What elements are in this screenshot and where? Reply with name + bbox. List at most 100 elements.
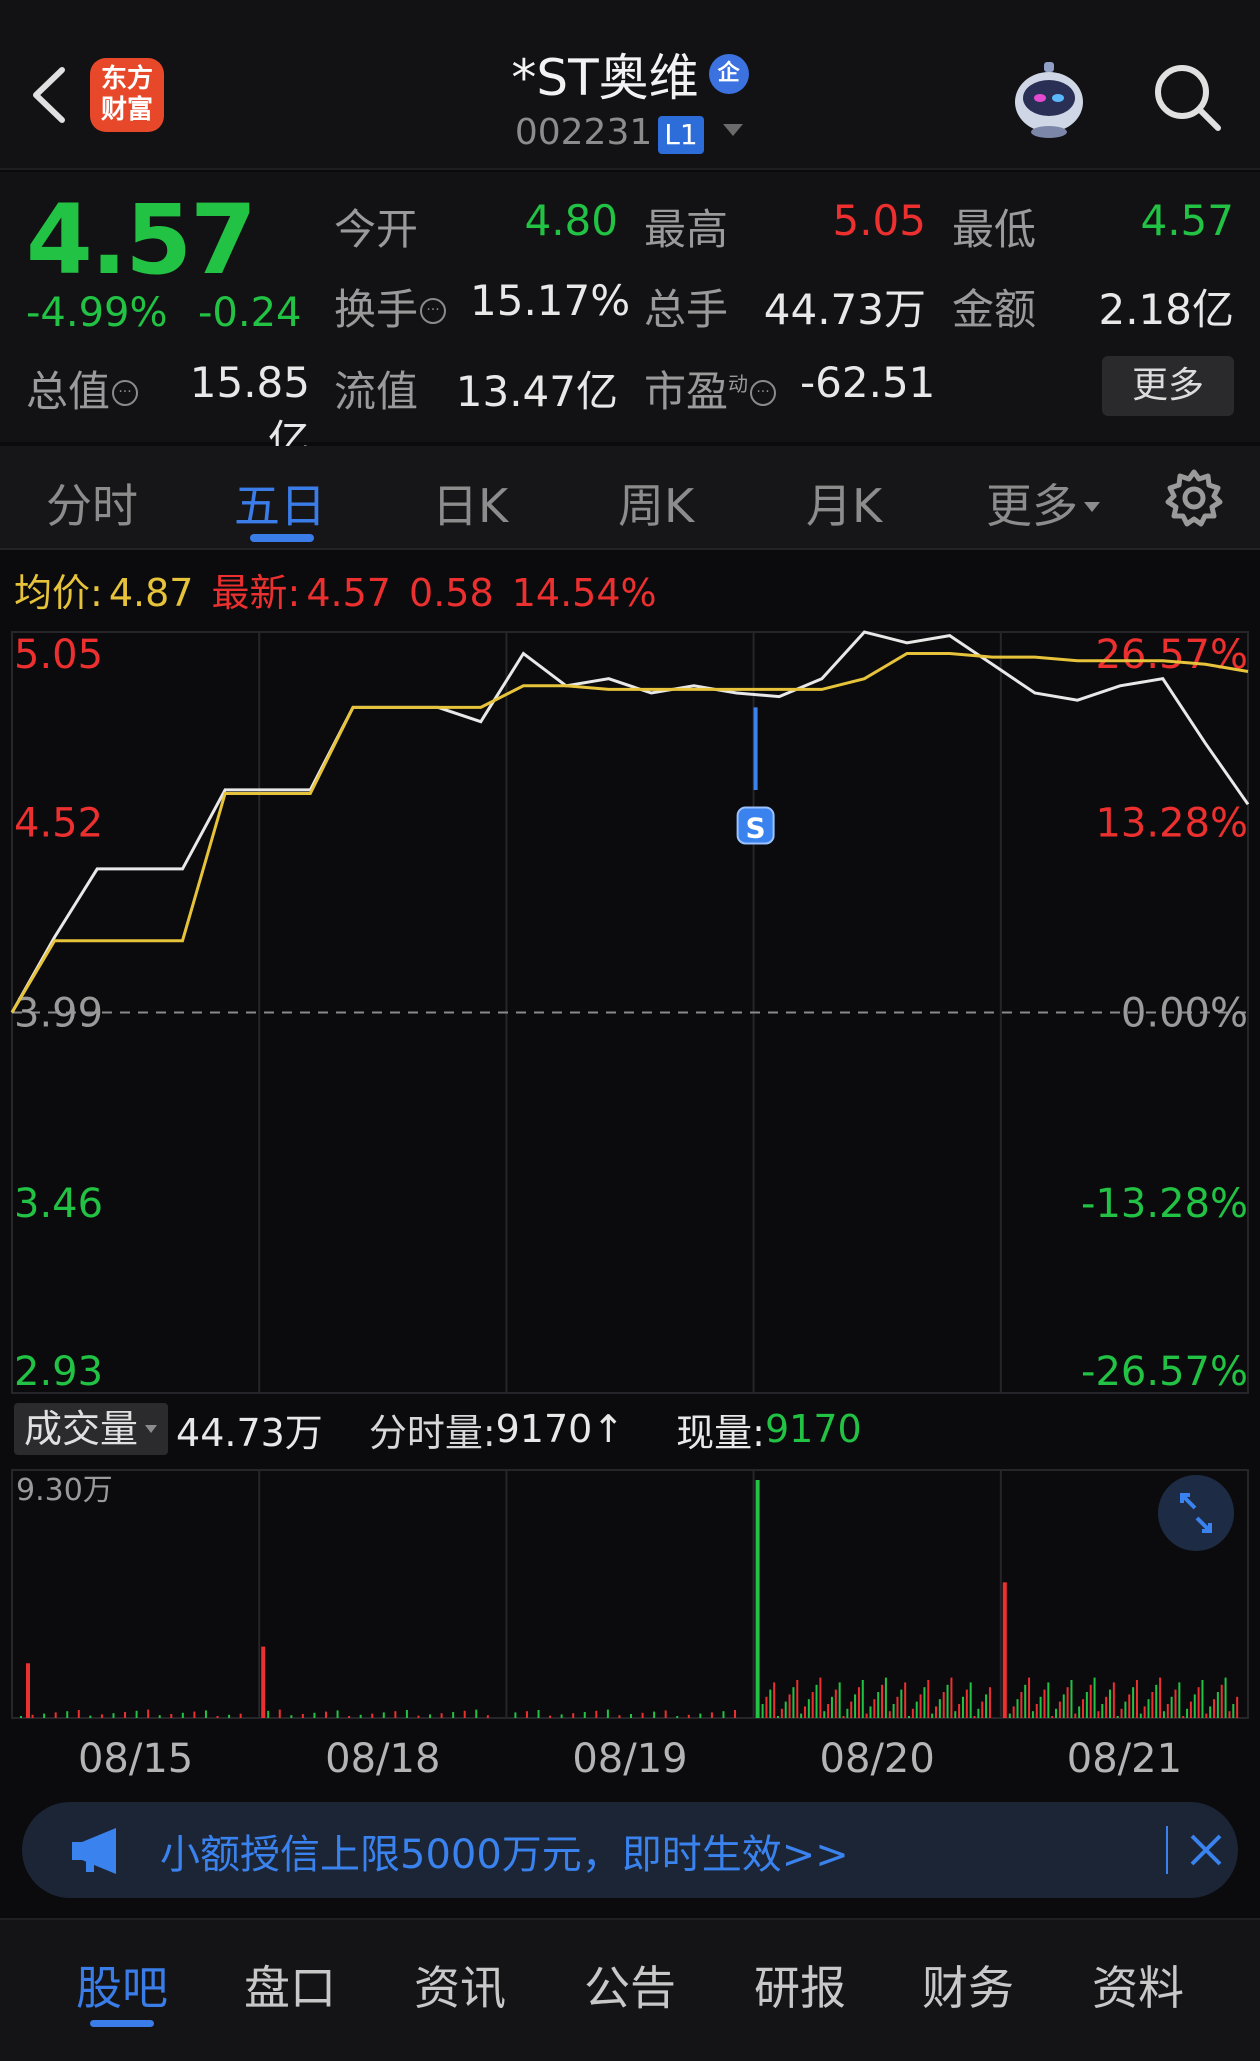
- volume-bar: [560, 1714, 563, 1718]
- volume-bar: [1035, 1704, 1038, 1718]
- volume-bar: [973, 1716, 976, 1718]
- volume-total: 44.73万: [176, 1410, 323, 1455]
- volume-bar: [1147, 1699, 1150, 1718]
- current-price: 4.57: [26, 184, 257, 296]
- volume-bar: [325, 1711, 327, 1718]
- volume-bar: [919, 1694, 922, 1718]
- volume-bar: [618, 1715, 621, 1718]
- volume-bar: [1074, 1713, 1077, 1718]
- volume-bar: [216, 1716, 219, 1718]
- current-volume-label: 现量:: [676, 1410, 765, 1455]
- y-axis-label-right: 26.57%: [1095, 632, 1248, 678]
- megaphone-icon: [72, 1828, 116, 1874]
- nav-finance[interactable]: 财务: [922, 1952, 1014, 2018]
- header: 东方财富 *ST奥维 企 002231 L1: [0, 0, 1260, 170]
- close-icon[interactable]: [1182, 1826, 1230, 1874]
- volume-bar: [1020, 1692, 1023, 1718]
- tab-more[interactable]: 更多: [986, 470, 1102, 536]
- volume-bar: [1139, 1713, 1142, 1718]
- volume-bar: [135, 1710, 138, 1718]
- nav-guba[interactable]: 股吧: [76, 1952, 168, 2018]
- volume-bar: [1170, 1696, 1173, 1718]
- info-icon[interactable]: ···: [750, 380, 777, 406]
- volume-bar: [788, 1694, 791, 1718]
- volume-bar: [842, 1716, 845, 1718]
- nav-profile[interactable]: 资料: [1092, 1952, 1184, 2018]
- volume-bar: [313, 1712, 316, 1718]
- tab-five-day[interactable]: 五日: [234, 470, 326, 536]
- nav-news[interactable]: 资讯: [414, 1952, 506, 2018]
- volume-bar: [938, 1699, 941, 1718]
- volume-bar: [946, 1684, 949, 1718]
- tab-daily-k[interactable]: 日K: [432, 470, 508, 536]
- promo-text: 小额授信上限5000万元，即时生效>>: [160, 1832, 849, 1878]
- signal-marker[interactable]: S: [736, 707, 775, 844]
- tab-intraday[interactable]: 分时: [46, 470, 138, 536]
- minute-volume-value: 9170↑: [495, 1407, 625, 1451]
- nav-announcements[interactable]: 公告: [584, 1952, 676, 2018]
- volume-bar: [1031, 1711, 1034, 1718]
- volume-bar: [204, 1710, 207, 1718]
- volume-bar: [877, 1692, 880, 1718]
- volume-bar: [26, 1663, 30, 1718]
- volume-bar: [777, 1716, 780, 1718]
- info-icon[interactable]: ···: [420, 298, 447, 324]
- volume-bar: [1093, 1677, 1096, 1718]
- volume-bar: [1105, 1696, 1108, 1718]
- volume-bar: [239, 1713, 242, 1718]
- latest-value: 4.57: [306, 571, 391, 615]
- volume-bar: [869, 1706, 872, 1718]
- volume-bar: [1062, 1694, 1065, 1718]
- y-axis-label-left: 2.93: [14, 1349, 103, 1395]
- avg-value: 4.87: [108, 571, 194, 615]
- turnover-value: 15.17%: [470, 276, 631, 325]
- volume-bar: [834, 1689, 837, 1718]
- volume-bar: [1116, 1716, 1119, 1718]
- low-label: 最低: [952, 205, 1037, 254]
- volume-bar: [572, 1713, 575, 1718]
- volume-bar: [371, 1713, 374, 1718]
- volume-bar: [827, 1704, 830, 1718]
- more-button[interactable]: 更多: [1102, 356, 1234, 416]
- volume-bar: [904, 1682, 907, 1718]
- nav-research[interactable]: 研报: [754, 1952, 846, 2018]
- stock-code: 002231: [514, 112, 653, 153]
- signal-label: S: [746, 811, 766, 844]
- enterprise-badge-icon: 企: [708, 54, 749, 94]
- volume-bar: [1124, 1701, 1127, 1718]
- volume-bar: [873, 1699, 876, 1718]
- tab-monthly-k[interactable]: 月K: [806, 470, 882, 536]
- active-tab-indicator: [250, 534, 314, 542]
- settings-gear-icon[interactable]: [1164, 468, 1224, 528]
- five-day-chart[interactable]: 5.05 26.57% 4.52 13.28% 3.99 0.00% 3.46 -13.28%…: [0, 620, 1260, 1780]
- volume-bar: [1224, 1677, 1227, 1718]
- change-amount: -0.24: [198, 290, 302, 336]
- promo-banner[interactable]: 小额授信上限5000万元，即时生效>>: [22, 1802, 1238, 1898]
- volume-bar: [1232, 1704, 1235, 1718]
- volume-bar: [261, 1646, 266, 1718]
- volume-bar: [267, 1710, 270, 1718]
- nav-order-book[interactable]: 盘口: [244, 1952, 336, 2018]
- assistant-robot-icon[interactable]: [1004, 52, 1094, 142]
- volume-indicator-select[interactable]: 成交量: [14, 1403, 169, 1455]
- volume-value: 44.73万: [763, 285, 926, 334]
- volume-bar: [1162, 1711, 1165, 1718]
- volume-bar: [147, 1709, 150, 1718]
- tab-weekly-k[interactable]: 周K: [618, 470, 694, 536]
- volume-bar: [1135, 1680, 1138, 1718]
- date-label: 08/19: [572, 1736, 687, 1780]
- volume-bar: [1213, 1699, 1216, 1718]
- volume-bar: [1002, 1582, 1007, 1718]
- expand-chart-icon[interactable]: [1158, 1475, 1234, 1551]
- volume-bar: [1166, 1704, 1169, 1718]
- volume-bar: [846, 1708, 849, 1718]
- volume-bar: [653, 1711, 656, 1718]
- info-icon[interactable]: ···: [112, 380, 139, 406]
- volume-bar: [792, 1687, 795, 1718]
- volume-bar: [1070, 1680, 1073, 1718]
- volume-bar: [31, 1714, 34, 1718]
- volume-label: 总手: [644, 285, 729, 334]
- volume-bar: [486, 1715, 489, 1718]
- volume-bar: [1097, 1711, 1100, 1718]
- search-icon[interactable]: [1150, 60, 1224, 134]
